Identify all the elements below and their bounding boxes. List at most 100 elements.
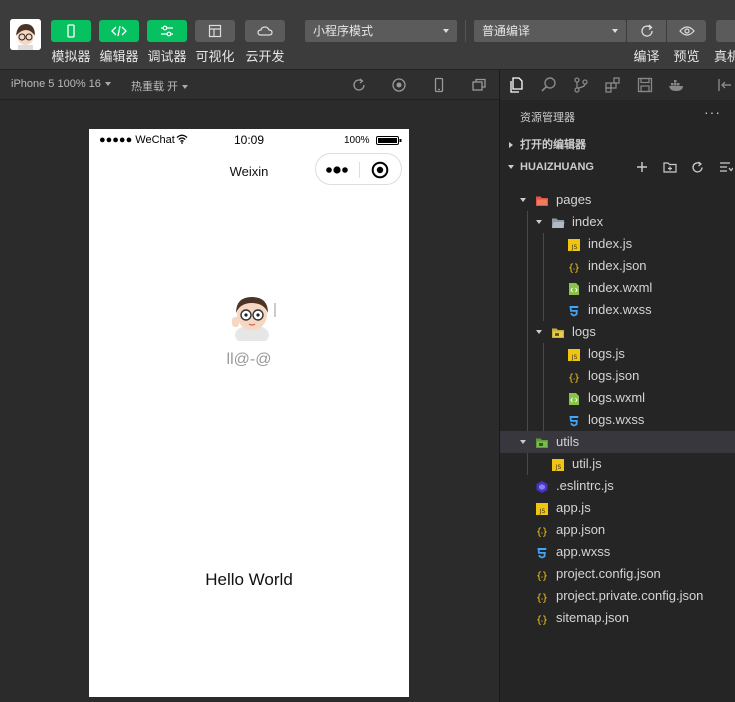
json-icon: {} [567,369,581,384]
simulator-toolbar: iPhone 5 100% 16 热重载 开 [0,70,499,100]
tree-row[interactable]: {} project.private.config.json [500,585,735,607]
chevron-down-icon[interactable] [520,440,526,444]
sliders-icon [161,25,173,37]
files-icon[interactable] [508,76,526,94]
capsule-divider [359,162,360,178]
more-dots-icon[interactable] [326,165,350,175]
json-icon: {} [535,523,549,538]
tree-row[interactable]: logs.wxss [500,409,735,431]
svg-text:JS: JS [571,244,578,251]
project-label: HUAIZHUANG [520,161,594,173]
editor-toggle-button[interactable] [99,20,139,42]
chevron-right-icon [509,142,513,148]
device-icon[interactable] [431,77,447,93]
project-avatar[interactable] [10,19,41,50]
activity-bar [500,70,735,100]
status-time: 10:09 [234,133,265,147]
tree-row[interactable]: .eslintrc.js [500,475,735,497]
new-file-icon[interactable] [636,161,648,173]
indent-guide [543,343,544,431]
code-icon [111,25,127,37]
wxml-icon [567,391,581,405]
tree-row-label: utils [556,434,580,449]
device-select[interactable]: iPhone 5 100% 16 [11,78,111,90]
refresh-icon[interactable] [691,161,704,174]
record-icon[interactable] [391,77,407,93]
cloud-icon [257,26,273,36]
collapse-panel-icon[interactable] [716,76,734,94]
tree-row[interactable]: logs [500,321,735,343]
tree-row-label: .eslintrc.js [556,478,614,493]
tree-row-label: project.private.config.json [556,588,704,603]
chevron-down-icon [182,85,189,90]
collapse-all-icon[interactable] [719,161,733,173]
tree-row[interactable]: index.wxss [500,299,735,321]
search-icon[interactable] [540,76,558,94]
tree-row[interactable]: {} sitemap.json [500,607,735,629]
close-miniprogram-icon[interactable] [371,161,389,179]
tree-row[interactable]: {} index.json [500,255,735,277]
save-icon[interactable] [636,76,654,94]
tree-row-label: index.wxml [588,280,653,295]
wifi-icon [176,134,188,144]
user-avatar[interactable] [228,291,276,341]
folder-green-icon [535,435,549,449]
tree-row[interactable]: logs.wxml [500,387,735,409]
source-control-icon[interactable] [572,76,590,94]
hot-reload-value: 热重载 开 [131,81,179,93]
tree-row-label: logs.wxml [588,390,646,405]
preview-button[interactable] [667,20,706,42]
open-editors-section[interactable]: 打开的编辑器 [500,134,735,156]
chevron-down-icon[interactable] [536,220,542,224]
simulator-label: 模拟器 [51,49,91,64]
tree-row-label: util.js [572,456,602,471]
chevron-down-icon[interactable] [536,330,542,334]
folder-gray-icon [551,215,565,229]
wxml-icon [567,281,581,295]
compile-button[interactable] [627,20,666,42]
docker-icon[interactable] [668,76,686,94]
rotate-icon[interactable] [351,77,367,93]
extensions-icon[interactable] [604,76,622,94]
json-icon: {} [567,259,581,274]
svg-text:JS: JS [539,508,546,515]
tree-row-label: index.wxss [588,302,652,317]
tree-row[interactable]: index [500,211,735,233]
cloud-dev-button[interactable] [245,20,285,42]
new-folder-icon[interactable] [663,161,677,173]
toolbar-divider [465,20,466,42]
tree-row[interactable]: {} project.config.json [500,563,735,585]
explorer-more-icon[interactable]: ··· [704,104,721,120]
real-device-debug-button[interactable] [716,20,735,42]
cloud-label: 云开发 [245,49,285,64]
layout-icon [208,24,222,38]
detach-window-icon[interactable] [471,77,487,93]
tree-row[interactable]: index.wxml [500,277,735,299]
tree-row[interactable]: utils [500,431,735,453]
tree-row[interactable]: JS app.js [500,497,735,519]
phone-icon [67,24,75,38]
tree-row[interactable]: JS logs.js [500,343,735,365]
project-section[interactable]: HUAIZHUANG [500,156,735,178]
top-toolbar: 模拟器 编辑器 调试器 可视化 云开发 小程序模式 普通编译 编译 预览 真机 [0,0,735,70]
hot-reload-select[interactable]: 热重载 开 [131,78,189,94]
compile-mode-select[interactable]: 普通编译 [474,20,626,42]
js-icon: JS [567,347,581,361]
mode-select[interactable]: 小程序模式 [305,20,457,42]
tree-row[interactable]: JS index.js [500,233,735,255]
editor-label: 编辑器 [99,49,139,64]
debugger-toggle-button[interactable] [147,20,187,42]
chevron-down-icon[interactable] [520,198,526,202]
tree-row[interactable]: {} logs.json [500,365,735,387]
tree-row-label: app.wxss [556,544,611,559]
tree-row[interactable]: JS util.js [500,453,735,475]
chevron-down-icon [508,165,514,169]
visual-toggle-button[interactable] [195,20,235,42]
tree-row[interactable]: {} app.json [500,519,735,541]
tree-row[interactable]: app.wxss [500,541,735,563]
svg-text:JS: JS [571,354,578,361]
json-icon: {} [535,567,549,582]
chevron-down-icon [612,29,618,33]
simulator-toggle-button[interactable] [51,20,91,42]
tree-row[interactable]: pages [500,189,735,211]
